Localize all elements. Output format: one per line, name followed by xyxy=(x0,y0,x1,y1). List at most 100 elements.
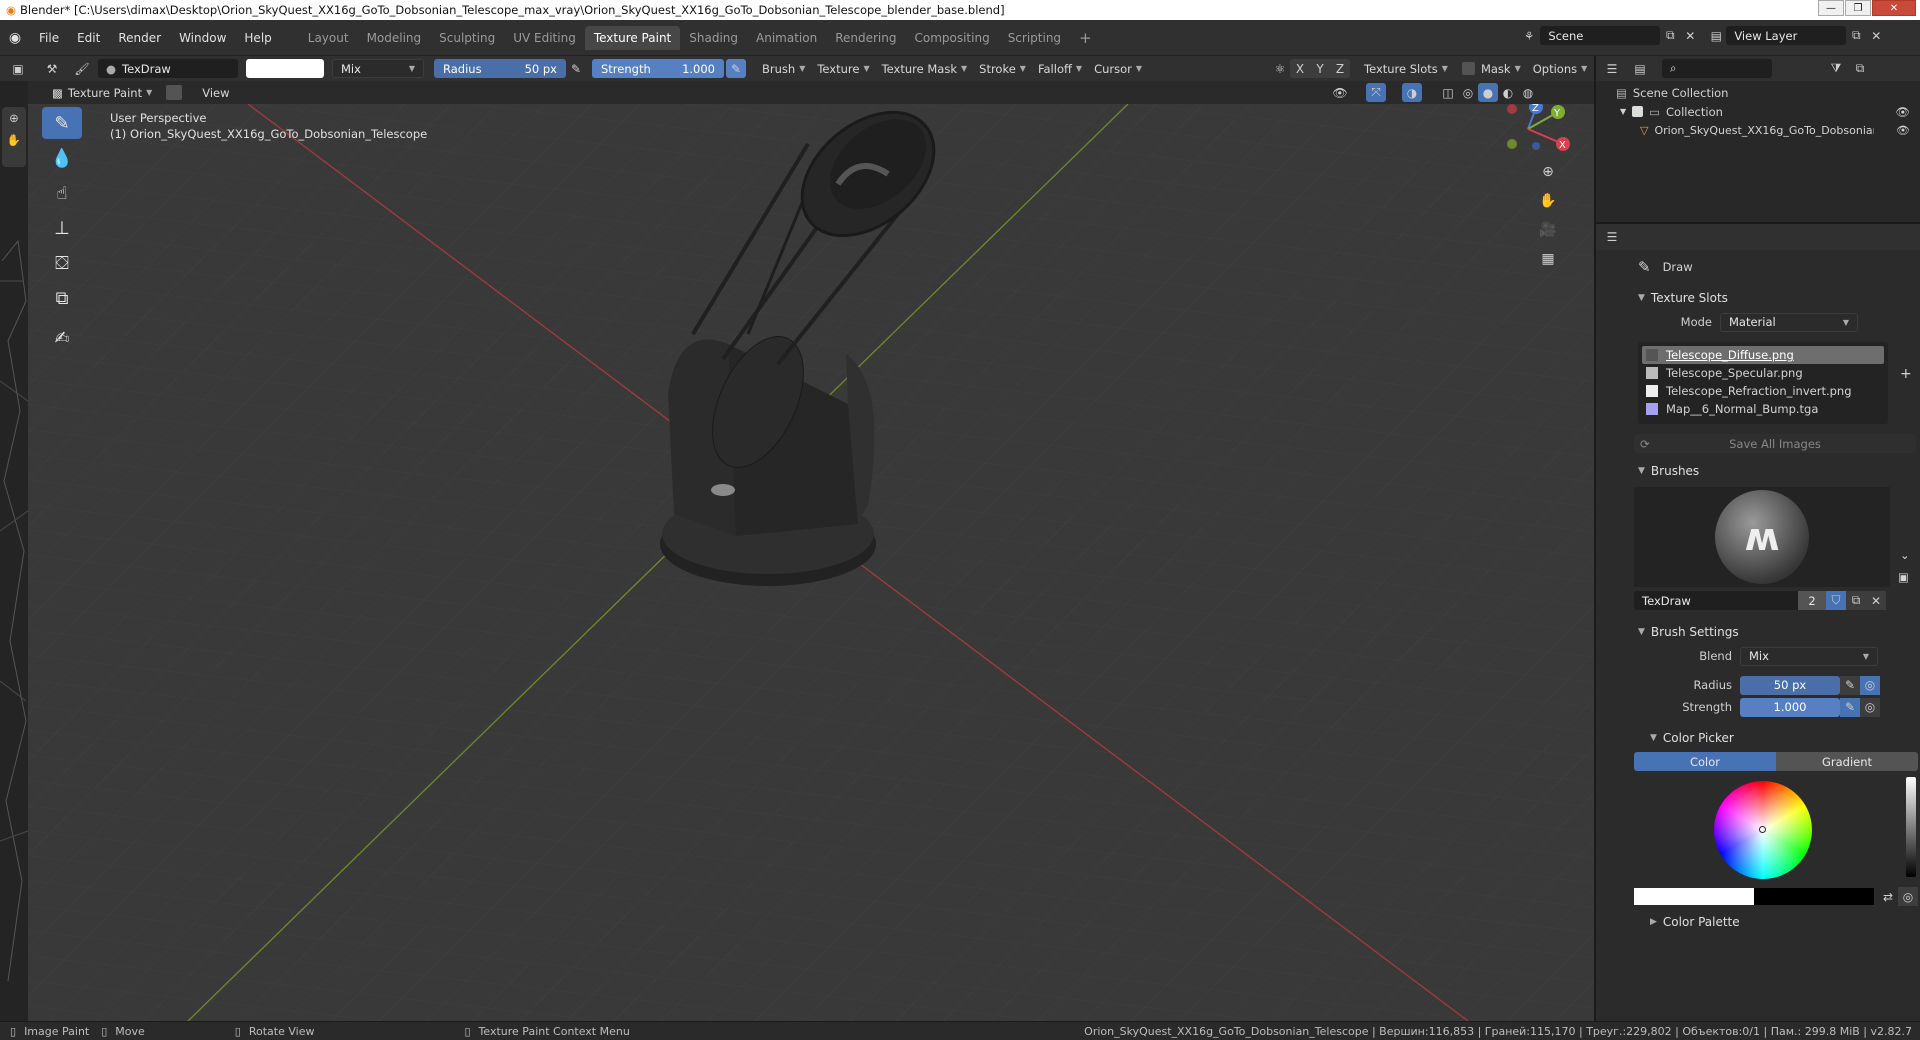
mask-tool-icon[interactable]: ⧉ xyxy=(42,282,82,314)
new-collection-icon[interactable]: ⧉ xyxy=(1850,59,1870,78)
color-wheel[interactable] xyxy=(1714,781,1812,879)
stroke-menu[interactable]: Stroke ▼ xyxy=(973,59,1032,78)
blend-mode-select[interactable]: Mix ▼ xyxy=(332,59,424,78)
tool-icon[interactable]: ⚒ xyxy=(42,59,62,78)
maximize-button[interactable]: ❐ xyxy=(1845,0,1871,16)
swap-colors-icon[interactable]: ⇄ xyxy=(1878,887,1898,906)
xray-toggle-icon[interactable]: ◫ xyxy=(1438,83,1458,102)
view-layer-icon[interactable]: ▤ xyxy=(1706,26,1726,45)
radius-pressure-icon[interactable]: ✎ xyxy=(566,59,586,78)
menu-help[interactable]: Help xyxy=(235,27,280,49)
strength-pressure-icon[interactable]: ✎ xyxy=(726,59,746,78)
3d-viewport[interactable]: Z Y X User Perspective (1) Orion_SkyQues… xyxy=(28,104,1594,1021)
menu-file[interactable]: File xyxy=(30,27,68,49)
brush-settings-panel-header[interactable]: ▼ Brush Settings xyxy=(1630,620,1920,644)
scene-icon[interactable]: ⚘ xyxy=(1524,29,1534,43)
tab-rendering[interactable]: Rendering xyxy=(826,26,905,50)
texture-slots-menu[interactable]: Texture Slots ▼ xyxy=(1358,59,1454,78)
color-wheel-cursor[interactable] xyxy=(1759,826,1766,833)
gizmo-toggle-icon[interactable]: ⤧ xyxy=(1366,83,1386,102)
scene-selector[interactable]: Scene xyxy=(1540,26,1661,45)
blend-select[interactable]: Mix ▼ xyxy=(1740,646,1878,666)
view-layer-selector[interactable]: View Layer xyxy=(1726,26,1847,45)
symmetry-icon[interactable]: ⚛ xyxy=(1270,59,1290,78)
fill-tool-icon[interactable]: ⛋ xyxy=(42,247,82,279)
outliner-row-object[interactable]: ▽ Orion_SkyQuest_XX16g_GoTo_Dobsonian_Te… xyxy=(1596,121,1920,140)
color-tab[interactable]: Color xyxy=(1634,752,1776,771)
eye-icon[interactable]: 👁 xyxy=(1896,124,1910,137)
strength-slider[interactable]: Strength 1.000 xyxy=(592,59,724,78)
view-menu[interactable]: View xyxy=(196,83,235,102)
brush-menu[interactable]: Brush ▼ xyxy=(756,59,811,78)
fake-user-shield-icon[interactable]: ⛉ xyxy=(1826,591,1846,610)
outliner-row-collection[interactable]: ▼ ▭ Collection 👁 xyxy=(1596,102,1920,121)
tab-sculpting[interactable]: Sculpting xyxy=(430,26,504,50)
strength-pressure-icon[interactable]: ✎ xyxy=(1840,697,1860,717)
paint-mask-toggle[interactable] xyxy=(166,85,183,100)
texture-slot-item[interactable]: Telescope_Refraction_invert.png xyxy=(1642,382,1884,400)
gradient-tab[interactable]: Gradient xyxy=(1776,752,1918,771)
tab-compositing[interactable]: Compositing xyxy=(905,26,998,50)
outliner-row-scene-collection[interactable]: ▤ Scene Collection xyxy=(1596,83,1920,102)
editor-type-icon[interactable]: ▣ xyxy=(8,59,28,78)
tab-animation[interactable]: Animation xyxy=(747,26,826,50)
options-menu[interactable]: Options ▼ xyxy=(1527,59,1594,78)
blender-menu-icon[interactable]: ◉ xyxy=(0,30,30,46)
menu-edit[interactable]: Edit xyxy=(68,27,109,49)
mirror-z-toggle[interactable]: Z xyxy=(1330,59,1350,78)
color-palette-subpanel-header[interactable]: ▶ Color Palette xyxy=(1630,910,1920,934)
perspective-toggle-icon[interactable]: ▦ xyxy=(1538,249,1558,268)
brush-preview-icon[interactable]: 🖌 xyxy=(72,59,92,78)
radius-pressure-icon[interactable]: ✎ xyxy=(1840,675,1860,695)
new-view-layer-icon[interactable]: ⧉ xyxy=(1846,26,1866,45)
delete-scene-icon[interactable]: ✕ xyxy=(1680,26,1700,45)
overlay-toggle-icon[interactable]: ◑ xyxy=(1402,83,1422,102)
texture-slots-panel-header[interactable]: ▼ Texture Slots xyxy=(1630,286,1920,310)
smear-tool-icon[interactable]: ☝ xyxy=(42,177,82,209)
filter-icon[interactable]: ⧩ xyxy=(1826,59,1846,78)
strength-unified-icon[interactable]: ◎ xyxy=(1860,697,1880,717)
mode-selector[interactable]: ▩ Texture Paint ▼ xyxy=(46,83,158,102)
tab-shading[interactable]: Shading xyxy=(680,26,747,50)
delete-view-layer-icon[interactable]: ✕ xyxy=(1866,26,1886,45)
clone-tool-icon[interactable]: ⊥ xyxy=(42,212,82,244)
collection-checkbox[interactable] xyxy=(1632,106,1644,117)
brushes-panel-header[interactable]: ▼ Brushes xyxy=(1630,459,1920,483)
radius-slider[interactable]: Radius 50 px xyxy=(434,59,566,78)
texture-mask-menu[interactable]: Texture Mask ▼ xyxy=(876,59,974,78)
tab-scripting[interactable]: Scripting xyxy=(999,26,1070,50)
outliner-editor-icon[interactable]: ☰ xyxy=(1602,59,1622,78)
wireframe-shading-icon[interactable]: ◎ xyxy=(1458,83,1478,102)
expand-arrow-icon[interactable]: ▼ xyxy=(1620,107,1626,116)
brush-preview[interactable]: ʍ xyxy=(1634,487,1890,587)
brush-name-field[interactable]: ● TexDraw xyxy=(98,59,238,78)
add-workspace-button[interactable]: + xyxy=(1070,26,1101,50)
mask-menu[interactable]: Mask ▼ xyxy=(1475,59,1527,78)
brush-menu-icon[interactable]: ⌄ xyxy=(1900,548,1910,562)
brush-users-count[interactable]: 2 xyxy=(1798,591,1826,610)
texture-slot-item[interactable]: Telescope_Diffuse.png xyxy=(1642,346,1884,364)
tab-uv-editing[interactable]: UV Editing xyxy=(504,26,585,50)
primary-color-swatch[interactable] xyxy=(1634,888,1754,905)
menu-render[interactable]: Render xyxy=(109,27,170,49)
save-all-images-button[interactable]: ⟳ Save All Images xyxy=(1634,434,1916,453)
brush-image-icon[interactable]: ▣ xyxy=(1898,570,1909,584)
value-slider[interactable] xyxy=(1906,777,1916,877)
duplicate-brush-icon[interactable]: ⧉ xyxy=(1846,591,1866,610)
radius-unit-icon[interactable]: ◎ xyxy=(1860,675,1880,695)
display-mode-icon[interactable]: ▤ xyxy=(1630,59,1650,78)
solid-shading-icon[interactable]: ● xyxy=(1478,83,1498,102)
cursor-menu[interactable]: Cursor ▼ xyxy=(1088,59,1148,78)
zoom-icon[interactable]: ⊕ xyxy=(2,107,26,125)
brush-color-swatch[interactable] xyxy=(246,59,324,78)
add-texture-slot-icon[interactable]: + xyxy=(1900,366,1912,382)
unified-color-icon[interactable]: ◎ xyxy=(1898,887,1918,906)
falloff-menu[interactable]: Falloff ▼ xyxy=(1032,59,1088,78)
soften-tool-icon[interactable]: 💧 xyxy=(42,142,82,174)
strength-slider-prop[interactable]: 1.000 xyxy=(1740,697,1840,717)
mirror-y-toggle[interactable]: Y xyxy=(1310,59,1330,78)
rendered-shading-icon[interactable]: ◍ xyxy=(1518,83,1538,102)
menu-window[interactable]: Window xyxy=(170,27,235,49)
properties-editor-icon[interactable]: ☰ xyxy=(1602,228,1622,247)
texture-menu[interactable]: Texture ▼ xyxy=(811,59,875,78)
